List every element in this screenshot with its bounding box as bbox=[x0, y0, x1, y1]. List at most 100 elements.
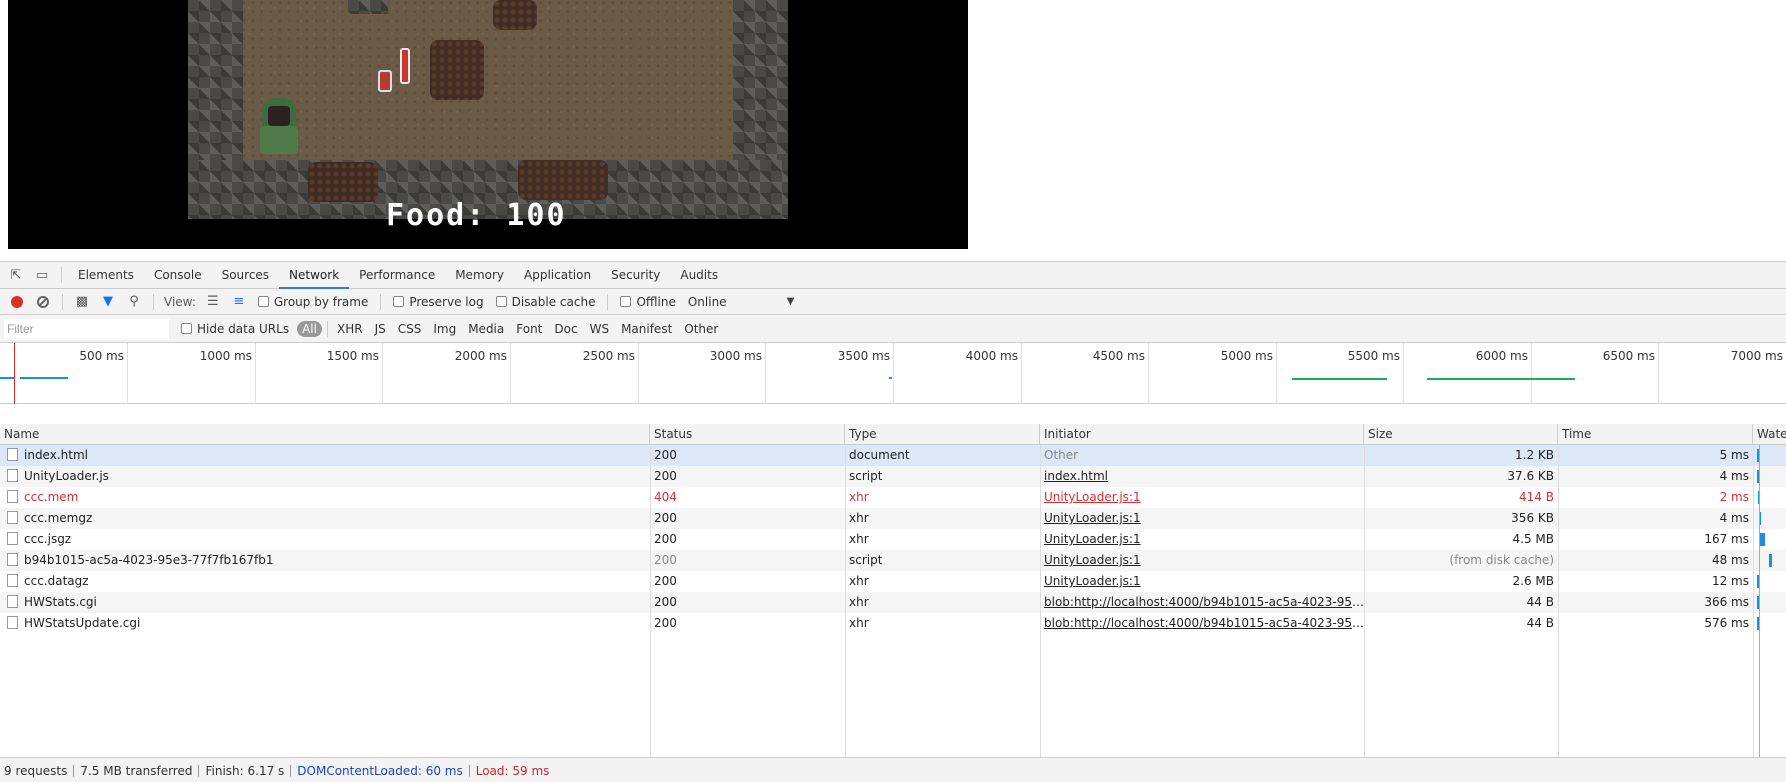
overview-request-bar bbox=[1292, 378, 1387, 380]
request-time-cell: 48 ms bbox=[1711, 553, 1749, 567]
timeline-tick: 2500 ms bbox=[511, 343, 639, 404]
column-divider bbox=[845, 445, 846, 757]
request-name-cell[interactable]: index.html bbox=[0, 445, 650, 466]
tab-sources[interactable]: Sources bbox=[212, 262, 279, 289]
soda-bottle-icon bbox=[398, 40, 412, 90]
request-initiator-cell[interactable]: blob:http://localhost:4000/b94b1015-ac5a… bbox=[1040, 613, 1364, 634]
large-rows-icon[interactable]: ☰ bbox=[205, 294, 221, 310]
offline-checkbox[interactable]: Offline bbox=[620, 295, 676, 309]
request-type-cell: script bbox=[849, 469, 883, 483]
filter-type-css[interactable]: CSS bbox=[394, 321, 426, 337]
request-time-cell: 4 ms bbox=[1719, 469, 1749, 483]
tab-network[interactable]: Network bbox=[279, 262, 350, 289]
hide-data-urls-checkbox[interactable]: Hide data URLs bbox=[181, 322, 289, 336]
table-row[interactable]: b94b1015-ac5a-4023-95e3-77f7fb167fb1 200 s… bbox=[0, 550, 1786, 571]
divider bbox=[62, 293, 63, 310]
filter-icon[interactable]: ▼ bbox=[100, 294, 116, 310]
clear-button[interactable] bbox=[35, 294, 51, 310]
throttling-select[interactable]: Online ▼ bbox=[688, 295, 794, 309]
filter-type-font[interactable]: Font bbox=[512, 321, 546, 337]
column-header-type[interactable]: Type bbox=[845, 424, 1040, 445]
column-header-initiator[interactable]: Initiator bbox=[1040, 424, 1364, 445]
filter-type-img[interactable]: Img bbox=[429, 321, 460, 337]
timeline-tick-label: 4000 ms bbox=[965, 349, 1018, 363]
column-divider bbox=[650, 445, 651, 757]
filter-type-other[interactable]: Other bbox=[680, 321, 722, 337]
filter-type-manifest[interactable]: Manifest bbox=[617, 321, 676, 337]
request-name-cell[interactable]: ccc.jsgz bbox=[0, 529, 650, 550]
filter-type-doc[interactable]: Doc bbox=[550, 321, 581, 337]
timeline-tick: 4500 ms bbox=[1022, 343, 1149, 404]
request-name-cell[interactable]: b94b1015-ac5a-4023-95e3-77f7fb167fb1 bbox=[0, 550, 650, 571]
view-label: View: bbox=[164, 294, 196, 309]
request-name-cell[interactable]: UnityLoader.js bbox=[0, 466, 650, 487]
column-header-status[interactable]: Status bbox=[650, 424, 845, 445]
request-initiator-cell[interactable]: UnityLoader.js:1 bbox=[1040, 550, 1364, 571]
request-size-cell: 4.5 MB bbox=[1512, 532, 1554, 546]
overview-request-bar bbox=[1427, 378, 1575, 380]
group-by-frame-checkbox[interactable]: Group by frame bbox=[257, 295, 368, 309]
column-header-name[interactable]: Name bbox=[0, 424, 650, 445]
devtools-panel: ⇱ ▭ Elements Console Sources Network Per… bbox=[0, 261, 1786, 782]
filter-type-ws[interactable]: WS bbox=[586, 321, 613, 337]
request-initiator-cell[interactable]: UnityLoader.js:1 bbox=[1040, 529, 1364, 550]
tab-audits[interactable]: Audits bbox=[670, 262, 728, 289]
timeline-tick-label: 500 ms bbox=[79, 349, 124, 363]
inspect-element-icon[interactable]: ⇱ bbox=[8, 267, 24, 283]
divider bbox=[326, 320, 328, 337]
request-initiator-cell[interactable]: UnityLoader.js:1 bbox=[1040, 487, 1364, 508]
table-row[interactable]: HWStatsUpdate.cgi 200 xhr blob:http://local… bbox=[0, 613, 1786, 634]
table-row[interactable]: ccc.memgz 200 xhr UnityLoader.js:1 356 KB 4 m… bbox=[0, 508, 1786, 529]
column-header-waterfall[interactable]: Waterfall bbox=[1753, 424, 1786, 445]
column-header-time[interactable]: Time bbox=[1558, 424, 1753, 445]
table-row[interactable]: UnityLoader.js 200 script index.html 37.6 KB… bbox=[0, 466, 1786, 487]
filter-type-media[interactable]: Media bbox=[464, 321, 508, 337]
column-header-size[interactable]: Size bbox=[1364, 424, 1558, 445]
request-time-cell: 4 ms bbox=[1719, 511, 1749, 525]
table-row[interactable]: ccc.jsgz 200 xhr UnityLoader.js:1 4.5 MB 167 … bbox=[0, 529, 1786, 550]
filter-type-all[interactable]: All bbox=[297, 320, 322, 337]
tab-memory[interactable]: Memory bbox=[445, 262, 514, 289]
disable-cache-checkbox[interactable]: Disable cache bbox=[495, 295, 595, 309]
timeline-overview[interactable]: 500 ms 1000 ms 1500 ms 2000 ms 2500 ms 3… bbox=[0, 343, 1786, 404]
requests-count: 9 requests bbox=[4, 763, 68, 778]
filter-type-xhr[interactable]: XHR bbox=[333, 321, 367, 337]
game-canvas[interactable]: Food: 100 bbox=[8, 0, 968, 249]
device-toolbar-icon[interactable]: ▭ bbox=[34, 267, 50, 283]
table-row[interactable]: ccc.datagz 200 xhr UnityLoader.js:1 2.6 MB 12… bbox=[0, 571, 1786, 592]
capture-screenshots-icon[interactable]: ▩ bbox=[74, 294, 90, 310]
request-initiator-cell[interactable]: index.html bbox=[1040, 466, 1364, 487]
filter-type-js[interactable]: JS bbox=[371, 321, 390, 337]
request-name-cell[interactable]: HWStatsUpdate.cgi bbox=[0, 613, 650, 634]
search-icon[interactable]: ⚲ bbox=[126, 294, 142, 310]
filter-input[interactable] bbox=[4, 318, 169, 339]
request-name-cell[interactable]: ccc.mem bbox=[0, 487, 650, 508]
request-name-cell[interactable]: HWStats.cgi bbox=[0, 592, 650, 613]
request-initiator-cell[interactable]: UnityLoader.js:1 bbox=[1040, 508, 1364, 529]
request-initiator-cell[interactable]: blob:http://localhost:4000/b94b1015-ac5a… bbox=[1040, 592, 1364, 613]
tab-elements[interactable]: Elements bbox=[68, 262, 144, 289]
tab-security[interactable]: Security bbox=[601, 262, 670, 289]
request-name-cell[interactable]: ccc.datagz bbox=[0, 571, 650, 592]
overview-request-bar bbox=[0, 377, 14, 379]
request-initiator-cell[interactable]: UnityLoader.js:1 bbox=[1040, 571, 1364, 592]
timeline-tick-label: 1000 ms bbox=[199, 349, 252, 363]
table-row[interactable]: ccc.mem 404 xhr UnityLoader.js:1 414 B 2 ms bbox=[0, 487, 1786, 508]
request-size-cell: 1.2 KB bbox=[1515, 448, 1554, 462]
request-type-cell: script bbox=[849, 553, 883, 567]
tab-performance[interactable]: Performance bbox=[349, 262, 445, 289]
table-row[interactable]: index.html 200 document Other 1.2 KB 5 ms bbox=[0, 445, 1786, 466]
tab-console[interactable]: Console bbox=[144, 262, 212, 289]
divider bbox=[61, 267, 62, 283]
request-size-cell: 2.6 MB bbox=[1512, 574, 1554, 588]
finish-time: Finish: 6.17 s bbox=[205, 763, 285, 778]
network-summary-bar: 9 requests 7.5 MB transferred Finish: 6.… bbox=[0, 757, 1786, 782]
bramble-obstacle bbox=[430, 40, 484, 100]
preserve-log-checkbox[interactable]: Preserve log bbox=[393, 295, 484, 309]
record-button[interactable] bbox=[9, 294, 25, 310]
waterfall-view-icon[interactable]: ≡ bbox=[231, 294, 247, 310]
tab-application[interactable]: Application bbox=[514, 262, 601, 289]
table-row[interactable]: HWStats.cgi 200 xhr blob:http://localhost:4… bbox=[0, 592, 1786, 613]
dom-content-loaded-time: DOMContentLoaded: 60 ms bbox=[297, 763, 463, 778]
request-name-cell[interactable]: ccc.memgz bbox=[0, 508, 650, 529]
